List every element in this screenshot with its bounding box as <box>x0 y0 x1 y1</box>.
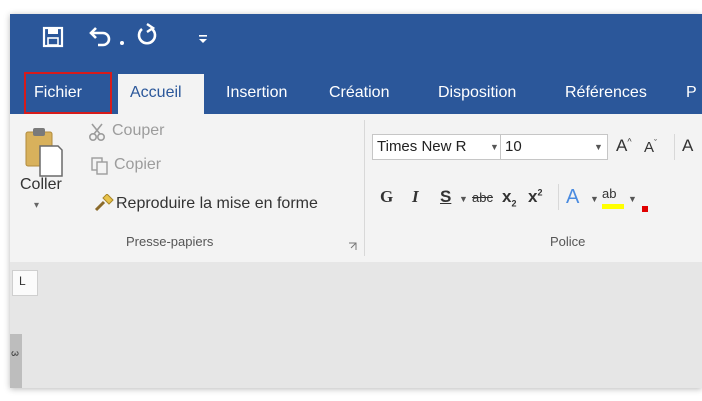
bold-button[interactable]: G <box>380 187 393 207</box>
shrink-font-button[interactable]: Aˇ <box>644 138 657 156</box>
tab-label: Fichier <box>34 84 83 101</box>
font-color-swatch[interactable] <box>642 206 648 212</box>
tab-partial[interactable]: P <box>678 72 702 114</box>
tab-label: Accueil <box>130 84 182 101</box>
underline-dropdown-icon[interactable]: ▼ <box>459 194 468 204</box>
tab-fichier[interactable]: Fichier <box>24 72 112 114</box>
highlight-color-swatch <box>602 204 624 209</box>
font-size-value: 10 <box>505 138 522 155</box>
superscript-button[interactable]: x2 <box>528 187 542 207</box>
tab-label: Disposition <box>438 84 517 101</box>
highlight-dropdown-icon[interactable]: ▼ <box>628 194 637 204</box>
tab-references[interactable]: Références <box>557 72 655 114</box>
copy-icon <box>90 156 110 181</box>
copy-button[interactable]: Copier <box>114 156 161 174</box>
ribbon-home: Coller ▾ Couper Copier Reproduire la mis… <box>10 114 702 262</box>
superscript-mark: 2 <box>537 187 543 198</box>
quick-access-toolbar <box>10 14 702 72</box>
change-case-button[interactable]: A <box>682 136 693 156</box>
font-name-field[interactable]: Times New R <box>372 134 502 160</box>
font-name-dropdown-icon[interactable]: ▼ <box>490 142 499 152</box>
highlight-label: ab <box>602 186 617 201</box>
font-size-field[interactable]: 10 <box>500 134 608 160</box>
word-window: Fichier Accueil Insertion Création Dispo… <box>10 14 702 388</box>
font-group-label: Police <box>550 234 586 249</box>
tab-label: Insertion <box>226 84 288 101</box>
text-effects-dropdown-icon[interactable]: ▼ <box>590 194 599 204</box>
clipboard-group-label: Presse-papiers <box>126 234 214 249</box>
tab-selector[interactable]: L <box>12 270 38 296</box>
font-name-value: Times New R <box>377 138 467 155</box>
format-painter-button[interactable]: Reproduire la mise en forme <box>116 195 318 213</box>
tab-label: P <box>686 84 697 101</box>
shrink-font-label: A <box>644 139 655 156</box>
underline-button[interactable]: S <box>440 187 451 207</box>
clipboard-launcher-icon[interactable] <box>348 238 357 256</box>
tab-stop-icon: L <box>19 274 26 288</box>
text-effects-button[interactable]: A <box>566 186 579 209</box>
change-case-label: A <box>682 136 694 155</box>
subscript-mark: 2 <box>511 198 517 209</box>
paste-button[interactable]: Coller <box>20 176 62 194</box>
undo-dropdown-icon[interactable] <box>118 34 126 52</box>
group-divider <box>364 120 365 256</box>
paste-dropdown-icon[interactable]: ▾ <box>34 200 39 211</box>
font-size-dropdown-icon[interactable]: ▼ <box>594 142 603 152</box>
scissors-icon <box>88 122 108 147</box>
cut-button[interactable]: Couper <box>112 122 164 140</box>
ribbon-tabs: Fichier Accueil Insertion Création Dispo… <box>10 72 702 114</box>
strikethrough-button[interactable]: abc <box>472 190 493 205</box>
customize-qat-icon[interactable] <box>198 32 208 50</box>
subscript-button[interactable]: x2 <box>502 187 516 208</box>
document-workspace: L 3 <box>10 262 702 388</box>
tab-insertion[interactable]: Insertion <box>218 72 295 114</box>
tab-disposition[interactable]: Disposition <box>430 72 524 114</box>
highlight-button[interactable]: ab <box>602 186 624 209</box>
redo-icon[interactable] <box>135 22 159 53</box>
save-icon[interactable] <box>42 26 64 53</box>
grow-font-button[interactable]: A^ <box>616 136 632 156</box>
tab-label: Références <box>565 84 647 101</box>
font-divider <box>558 184 559 210</box>
undo-icon[interactable] <box>88 24 114 53</box>
tab-creation[interactable]: Création <box>321 72 397 114</box>
vertical-ruler[interactable]: 3 <box>10 334 22 388</box>
tab-accueil[interactable]: Accueil <box>118 72 204 114</box>
ruler-mark: 3 <box>10 351 19 357</box>
format-painter-icon <box>94 193 116 219</box>
grow-font-label: A <box>616 136 628 155</box>
italic-button[interactable]: I <box>412 187 419 207</box>
tab-label: Création <box>329 84 390 101</box>
font-divider <box>674 134 675 160</box>
